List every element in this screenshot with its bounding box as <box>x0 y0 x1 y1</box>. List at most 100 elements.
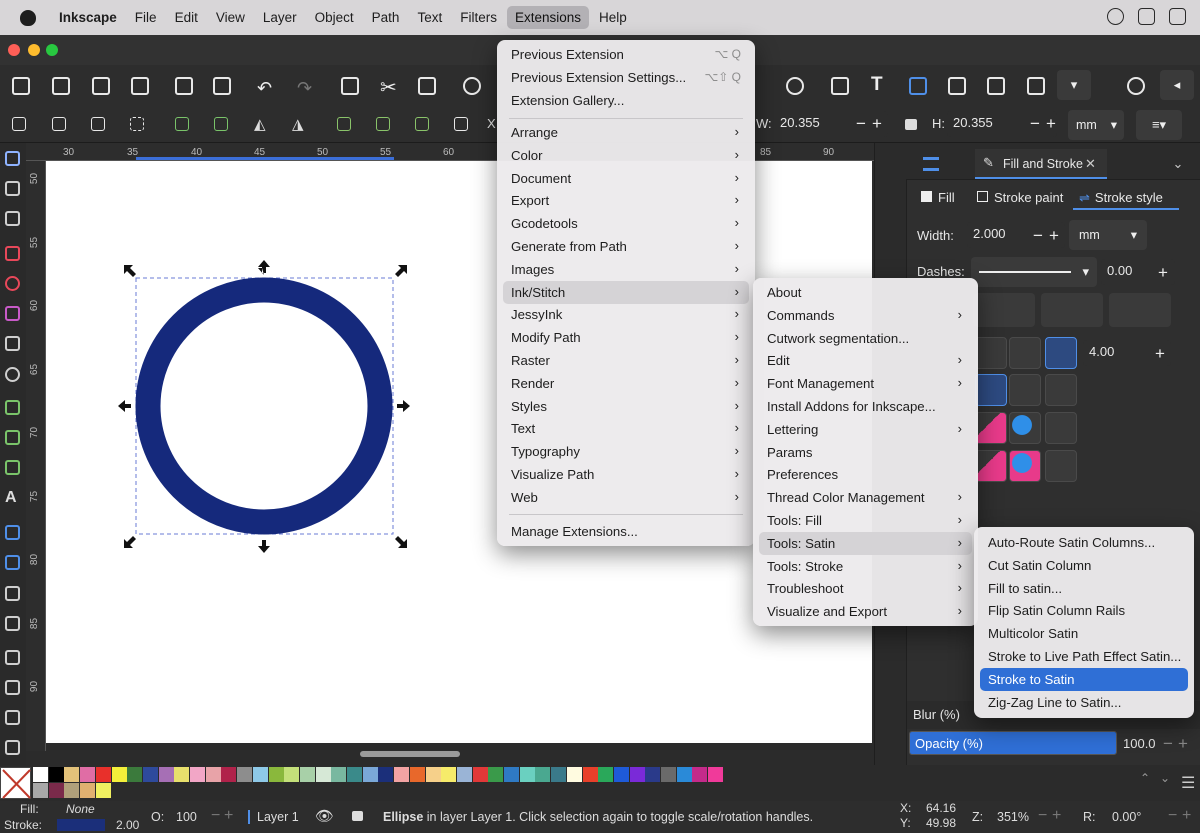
color-swatch[interactable] <box>629 767 645 782</box>
inkstitch-item-lettering[interactable]: Lettering › <box>759 418 972 441</box>
ext-menu-item-ink-stitch[interactable]: Ink/Stitch › <box>503 280 749 304</box>
inkstitch-item-font-management[interactable]: Font Management › <box>759 372 972 395</box>
cap-round-button[interactable] <box>1009 374 1041 406</box>
color-swatch[interactable] <box>708 767 724 782</box>
transform-options-dropdown[interactable]: ≡▾ <box>1136 110 1182 140</box>
color-swatch[interactable] <box>33 783 48 798</box>
menu-help[interactable]: Help <box>591 6 635 29</box>
handle-top-left-icon[interactable] <box>124 265 136 277</box>
subtab-stroke-style[interactable]: ⇌ Stroke style <box>1073 184 1179 210</box>
apple-icon[interactable] <box>20 9 36 26</box>
ext-menu-item-document[interactable]: Document › <box>503 167 749 190</box>
color-swatch[interactable] <box>80 783 96 798</box>
drive-status-icon[interactable] <box>1169 8 1186 25</box>
color-swatch[interactable] <box>284 767 300 782</box>
raise-to-top-icon[interactable] <box>337 117 351 131</box>
opacity-short-decrement[interactable]: − <box>211 807 220 825</box>
horizontal-scrollbar[interactable] <box>46 743 874 765</box>
lower-icon[interactable] <box>415 117 429 131</box>
ext-menu-item-raster[interactable]: Raster › <box>503 349 749 372</box>
stroke-unit-dropdown[interactable]: mm ▾ <box>1069 220 1147 250</box>
color-swatch[interactable] <box>441 767 457 782</box>
color-swatch[interactable] <box>519 767 535 782</box>
zoom-decrement[interactable]: − <box>1038 807 1047 825</box>
color-swatch[interactable] <box>221 767 237 782</box>
ellipse-tool-icon[interactable] <box>5 276 20 291</box>
more-dropdown-icon[interactable]: ▾ <box>1057 70 1091 100</box>
inkstitch-item-commands[interactable]: Commands › <box>759 304 972 327</box>
satin-item-auto-route-satin-columns[interactable]: Auto-Route Satin Columns... <box>980 531 1188 554</box>
dash-offset-increment[interactable]: + <box>1158 264 1168 281</box>
raise-icon[interactable] <box>376 117 390 131</box>
height-increment-button[interactable]: + <box>1046 115 1056 132</box>
color-swatch[interactable] <box>48 767 64 782</box>
handle-right-icon[interactable] <box>397 400 410 412</box>
document-properties-icon[interactable] <box>987 77 1005 95</box>
rotation-value[interactable]: 0.00° <box>1112 810 1141 824</box>
color-swatch[interactable] <box>347 767 362 782</box>
ext-menu-item-render[interactable]: Render › <box>503 372 749 395</box>
bbox-icon[interactable] <box>130 117 144 131</box>
color-swatch[interactable] <box>158 767 174 782</box>
menu-extensions[interactable]: Extensions <box>506 6 590 29</box>
color-swatch[interactable] <box>95 783 111 798</box>
align-icon[interactable] <box>1027 77 1045 95</box>
tab-fill-and-stroke[interactable]: ✎ Fill and Stroke ✕ <box>975 149 1107 179</box>
color-swatch[interactable] <box>676 767 692 782</box>
xml-editor-icon[interactable] <box>831 77 849 95</box>
order-fill-markers-button[interactable] <box>1045 412 1077 444</box>
star-tool-icon[interactable] <box>5 306 20 321</box>
eraser-tool-icon[interactable] <box>5 710 20 725</box>
width-increment-button[interactable]: + <box>872 115 882 132</box>
ext-menu-item-styles[interactable]: Styles › <box>503 395 749 418</box>
inkstitch-item-tools-stroke[interactable]: Tools: Stroke › <box>759 555 972 578</box>
fill-value[interactable]: None <box>66 802 95 816</box>
menu-inkscape[interactable]: Inkscape <box>51 6 125 29</box>
satin-item-stroke-to-satin[interactable]: Stroke to Satin <box>980 667 1188 691</box>
inkstitch-item-about[interactable]: About <box>759 281 972 304</box>
color-swatch[interactable] <box>64 767 80 782</box>
manage-extensions-item[interactable]: Manage Extensions... <box>503 520 749 543</box>
subtab-stroke-paint[interactable]: Stroke paint <box>977 190 1063 205</box>
color-swatch[interactable] <box>394 767 410 782</box>
inkstitch-item-cutwork-segmentation[interactable]: Cutwork segmentation... <box>759 327 972 350</box>
zoom-icon[interactable] <box>463 77 481 95</box>
color-swatch[interactable] <box>425 767 441 782</box>
inkstitch-item-edit[interactable]: Edit › <box>759 349 972 372</box>
flip-vertical-icon[interactable]: ◮ <box>292 115 304 133</box>
start-marker-dropdown[interactable] <box>973 293 1035 327</box>
import-icon[interactable] <box>175 77 193 95</box>
order-markers-stroke-button[interactable] <box>1045 450 1077 482</box>
end-marker-dropdown[interactable] <box>1109 293 1171 327</box>
save-icon[interactable] <box>92 77 110 95</box>
cap-square-button[interactable] <box>1045 374 1077 406</box>
paint-bucket-icon[interactable] <box>5 616 20 631</box>
ellipse-object[interactable] <box>135 277 393 535</box>
opacity-value[interactable]: 100.0 <box>1123 736 1156 751</box>
ext-menu-item-text[interactable]: Text › <box>503 417 749 440</box>
paste-icon[interactable] <box>418 77 436 95</box>
rotate-cw-icon[interactable] <box>214 117 228 131</box>
inkstitch-item-visualize-and-export[interactable]: Visualize and Export › <box>759 600 972 623</box>
color-swatch[interactable] <box>95 767 111 782</box>
color-swatch[interactable] <box>190 767 205 782</box>
calligraphy-tool-icon[interactable] <box>5 460 20 475</box>
color-swatch[interactable] <box>142 767 158 782</box>
inkstitch-item-troubleshoot[interactable]: Troubleshoot › <box>759 577 972 600</box>
print-icon[interactable] <box>131 77 149 95</box>
redo-icon[interactable]: ↷ <box>297 78 312 99</box>
no-paint-swatch[interactable] <box>0 767 31 799</box>
ext-menu-item-gcodetools[interactable]: Gcodetools › <box>503 212 749 235</box>
menu-file[interactable]: File <box>127 6 165 29</box>
rectangle-tool-icon[interactable] <box>5 246 20 261</box>
menu-filters[interactable]: Filters <box>452 6 505 29</box>
new-document-icon[interactable] <box>12 77 30 95</box>
previous-extension-settings-item[interactable]: Previous Extension Settings... ⌥⇧ Q <box>503 66 749 89</box>
layers-tab-icon[interactable] <box>923 157 939 171</box>
ext-menu-item-jessyink[interactable]: JessyInk › <box>503 303 749 326</box>
opacity-slider[interactable]: Opacity (%) <box>909 731 1117 755</box>
inkstitch-item-thread-color-management[interactable]: Thread Color Management › <box>759 486 972 509</box>
ext-menu-item-modify-path[interactable]: Modify Path › <box>503 326 749 349</box>
spiral-tool-icon[interactable] <box>5 367 20 382</box>
shape-builder-icon[interactable] <box>5 211 20 226</box>
